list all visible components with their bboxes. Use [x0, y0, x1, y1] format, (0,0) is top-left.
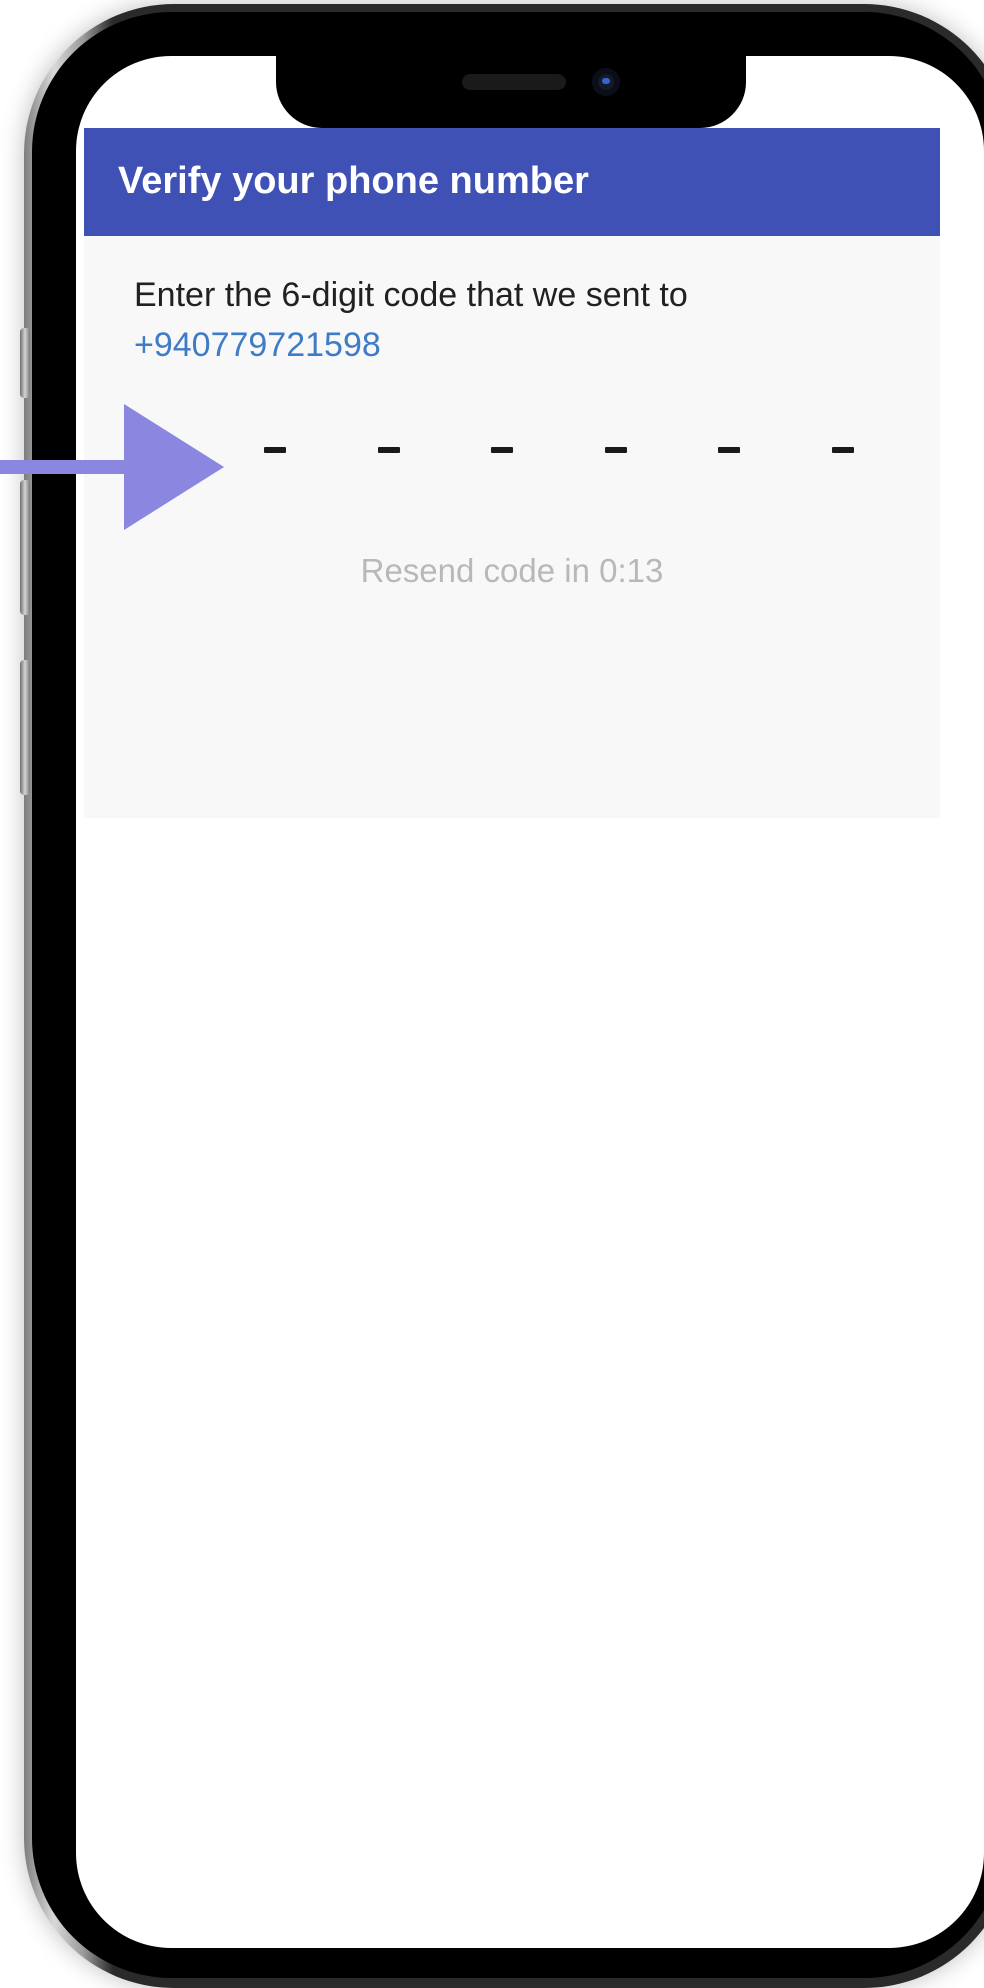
phone-number-link[interactable]: +940779721598 — [134, 326, 381, 365]
instruction-text: Enter the 6-digit code that we sent to — [134, 276, 688, 314]
code-digit-slot[interactable] — [264, 447, 286, 453]
code-digit-slot[interactable] — [718, 447, 741, 453]
notch — [276, 56, 746, 128]
arrow-head — [124, 404, 224, 530]
front-camera-icon — [592, 68, 620, 96]
code-input[interactable] — [264, 420, 854, 480]
arrow-shaft — [0, 460, 130, 474]
code-digit-slot[interactable] — [604, 447, 627, 453]
speaker-grille — [462, 74, 566, 90]
code-digit-slot[interactable] — [377, 447, 400, 453]
code-digit-slot[interactable] — [831, 447, 854, 453]
volume-down-button — [20, 660, 30, 795]
arrow-right-icon — [0, 404, 224, 530]
resend-timer: Resend code in 0:13 — [360, 552, 664, 589]
app-bar: Verify your phone number — [84, 128, 940, 236]
mute-switch — [20, 328, 30, 398]
page-title: Verify your phone number — [118, 160, 589, 202]
code-digit-slot[interactable] — [491, 447, 514, 453]
